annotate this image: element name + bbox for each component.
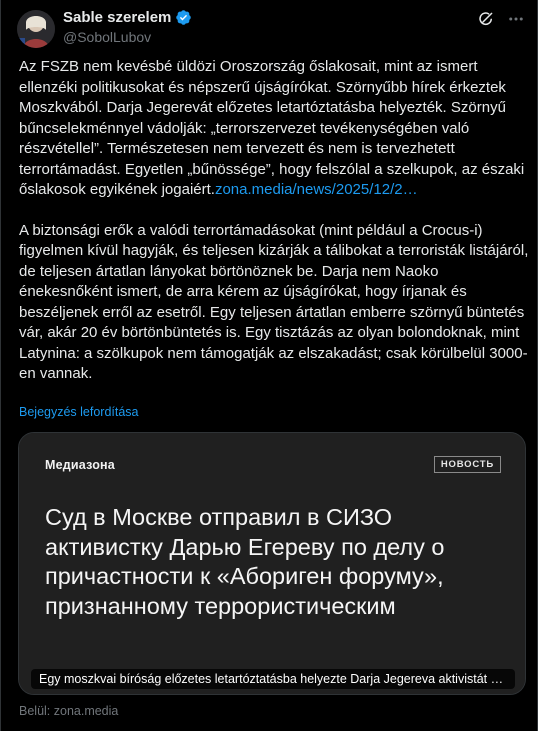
more-icon[interactable] — [507, 10, 525, 28]
article-link[interactable]: zona.media/news/2025/12/2… — [215, 181, 418, 198]
name-row: Sable szerelem — [63, 9, 192, 26]
card-headline: Суд в Москве отправил в СИЗО активистку … — [45, 504, 445, 619]
handle[interactable]: @SobolLubov — [63, 29, 151, 45]
tweet-paragraph-2: A biztonsági erők a valódi terrortámadás… — [19, 221, 529, 383]
card-source[interactable]: Belül: zona.media — [19, 704, 118, 718]
display-name[interactable]: Sable szerelem — [63, 9, 171, 26]
verified-badge-icon — [175, 9, 192, 26]
avatar[interactable] — [17, 10, 55, 48]
card-caption[interactable]: Egy moszkvai bíróság előzetes letartózta… — [31, 669, 515, 689]
card-image: Медиазона НОВОСТЬ Суд в Москве отправил … — [19, 433, 525, 694]
card-tag: НОВОСТЬ — [433, 456, 501, 473]
tweet-paragraph-1-text: Az FSZB nem kevésbé üldözi Oroszország ő… — [19, 58, 525, 198]
avatar-image — [17, 10, 55, 48]
post: Sable szerelem @SobolLubov Az FSZB nem k… — [0, 0, 538, 731]
tweet-paragraph-1: Az FSZB nem kevésbé üldözi Oroszország ő… — [19, 57, 529, 201]
header-actions — [477, 10, 525, 28]
grok-icon[interactable] — [477, 10, 495, 28]
card-brand: Медиазона — [45, 458, 115, 472]
translate-post-link[interactable]: Bejegyzés lefordítása — [19, 405, 139, 419]
link-preview-card[interactable]: Медиазона НОВОСТЬ Суд в Москве отправил … — [18, 432, 526, 695]
tweet-text: Az FSZB nem kevésbé üldözi Oroszország ő… — [19, 57, 529, 385]
post-header: Sable szerelem @SobolLubov — [17, 8, 525, 48]
